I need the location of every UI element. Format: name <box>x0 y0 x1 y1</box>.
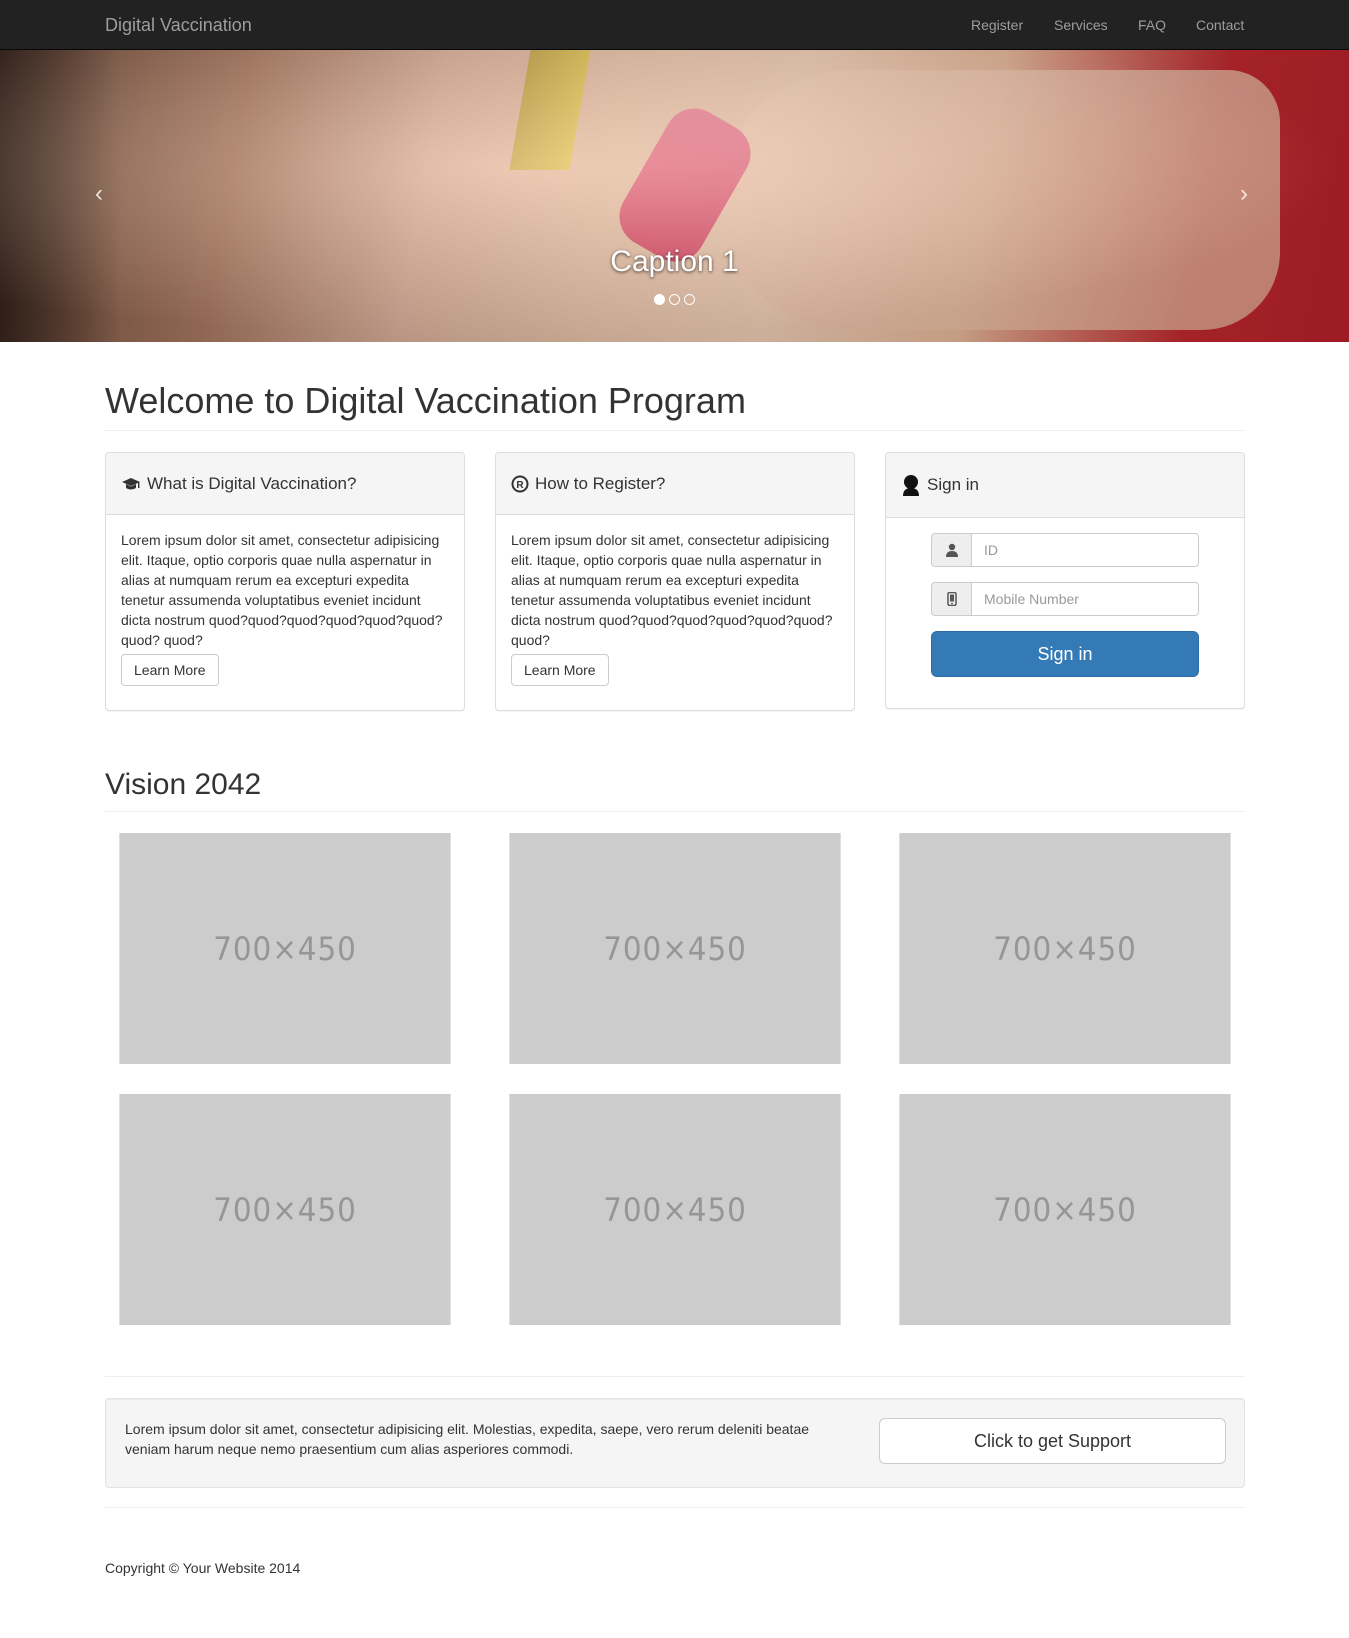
panel-body: Lorem ipsum dolor sit amet, consectetur … <box>496 515 854 701</box>
vision-thumbnail-6[interactable]: 700×450 <box>899 1094 1231 1325</box>
panel-title: Sign in <box>927 475 979 494</box>
vision-thumbnail-4[interactable]: 700×450 <box>119 1094 451 1325</box>
svg-text:R: R <box>516 480 524 491</box>
nav-faq[interactable]: FAQ <box>1138 17 1166 33</box>
learn-more-button[interactable]: Learn More <box>511 654 609 686</box>
panel-heading: R How to Register? <box>496 453 854 515</box>
user-icon <box>931 533 971 567</box>
divider <box>105 1376 1245 1377</box>
chevron-left-icon[interactable]: ‹ <box>95 180 103 208</box>
panel-text: Lorem ipsum dolor sit amet, consectetur … <box>121 532 443 648</box>
panel-title: How to Register? <box>535 473 666 493</box>
support-callout: Lorem ipsum dolor sit amet, consectetur … <box>105 1398 1245 1488</box>
registered-icon: R <box>511 475 529 493</box>
graduation-cap-icon <box>121 476 141 492</box>
chevron-right-icon[interactable]: › <box>1240 180 1248 208</box>
panel-body: Lorem ipsum dolor sit amet, consectetur … <box>106 515 464 701</box>
vision-title: Vision 2042 <box>105 768 262 801</box>
panel-text: Lorem ipsum dolor sit amet, consectetur … <box>511 532 833 648</box>
support-text: Lorem ipsum dolor sit amet, consectetur … <box>125 1421 810 1457</box>
panel-heading: Sign in <box>886 453 1244 518</box>
panel-heading: What is Digital Vaccination? <box>106 453 464 515</box>
id-input-group <box>931 533 1199 567</box>
learn-more-button[interactable]: Learn More <box>121 654 219 686</box>
nav-services[interactable]: Services <box>1054 17 1108 33</box>
id-input[interactable] <box>971 533 1199 567</box>
navbar: Digital Vaccination Register Services FA… <box>0 0 1349 50</box>
nav-register[interactable]: Register <box>971 17 1023 33</box>
sign-in-button[interactable]: Sign in <box>931 631 1199 677</box>
hero-carousel: ‹ › Caption 1 <box>0 50 1349 342</box>
footer-copyright: Copyright © Your Website 2014 <box>105 1560 301 1576</box>
carousel-indicator-1[interactable] <box>654 294 665 305</box>
panel-how-to-register: R How to Register? Lorem ipsum dolor sit… <box>495 452 855 711</box>
vision-thumbnail-2[interactable]: 700×450 <box>509 833 841 1064</box>
brand-link[interactable]: Digital Vaccination <box>105 15 252 36</box>
mobile-input-group <box>931 582 1199 616</box>
page-title: Welcome to Digital Vaccination Program <box>105 380 746 421</box>
carousel-caption: Caption 1 <box>610 245 739 278</box>
panel-what-is: What is Digital Vaccination? Lorem ipsum… <box>105 452 465 711</box>
mobile-number-input[interactable] <box>971 582 1199 616</box>
vision-thumbnail-3[interactable]: 700×450 <box>899 833 1231 1064</box>
divider <box>105 430 1245 431</box>
vision-thumbnail-1[interactable]: 700×450 <box>119 833 451 1064</box>
carousel-indicators <box>0 294 1349 305</box>
get-support-button[interactable]: Click to get Support <box>879 1418 1226 1464</box>
panel-title: What is Digital Vaccination? <box>147 473 357 493</box>
signin-form: Sign in <box>886 518 1244 707</box>
carousel-indicator-2[interactable] <box>669 294 680 305</box>
user-silhouette-icon <box>901 474 921 496</box>
divider <box>105 1507 1245 1508</box>
carousel-indicator-3[interactable] <box>684 294 695 305</box>
nav-contact[interactable]: Contact <box>1196 17 1244 33</box>
panel-sign-in: Sign in Sign in <box>885 452 1245 709</box>
divider <box>105 811 1245 812</box>
vision-thumbnail-5[interactable]: 700×450 <box>509 1094 841 1325</box>
phone-icon <box>931 582 971 616</box>
